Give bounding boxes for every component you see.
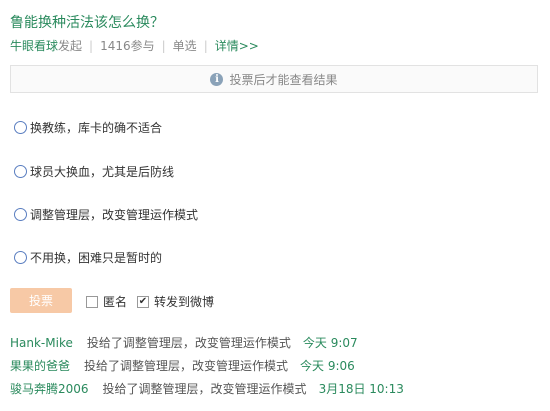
poll-type: 单选 (172, 39, 197, 53)
poll-starter[interactable]: 牛眼看球 (10, 39, 58, 53)
option-3[interactable]: 调整管理层，改变管理运作模式 (14, 206, 198, 223)
record-user[interactable]: 果果的爸爸 (10, 359, 70, 373)
option-label: 球员大换血，尤其是后防线 (30, 165, 175, 179)
forward-label: 转发到微博 (154, 295, 215, 309)
record-time: 今天 9:07 (302, 336, 358, 350)
radio-button[interactable] (14, 208, 27, 221)
record-time: 3月18日 10:13 (318, 382, 404, 396)
anonymous-label: 匿名 (103, 295, 128, 309)
vote-button[interactable]: 投票 (10, 288, 72, 313)
radio-button[interactable] (14, 121, 27, 134)
result-notice: i 投票后才能查看结果 (10, 65, 538, 93)
option-label: 调整管理层，改变管理运作模式 (30, 208, 199, 222)
meta-divider: | (89, 39, 94, 53)
info-icon: i (210, 72, 224, 86)
forward-checkbox[interactable]: ✔ (137, 295, 149, 308)
option-4[interactable]: 不用换，困难只是暂时的 (14, 249, 162, 266)
record-user[interactable]: Hank-Mike (10, 336, 73, 350)
meta-divider: | (161, 39, 166, 53)
anonymous-checkbox[interactable] (86, 295, 98, 308)
anonymous-option[interactable]: 匿名 (86, 293, 127, 310)
record-user[interactable]: 骏马奔腾2006 (10, 382, 89, 396)
radio-button[interactable] (14, 165, 27, 178)
record-action: 投给了调整管理层，改变管理运作模式 (102, 382, 307, 396)
poll-meta: 牛眼看球发起 | 1416参与 | 单选 | 详情>> (10, 37, 259, 54)
option-1[interactable]: 换教练，库卡的确不适合 (14, 119, 162, 136)
record-action: 投给了调整管理层，改变管理运作模式 (84, 359, 289, 373)
vote-record: Hank-Mike 投给了调整管理层，改变管理运作模式 今天 9:07 (10, 334, 358, 351)
poll-title: 鲁能换种活法该怎么换？ (10, 15, 164, 31)
record-action: 投给了调整管理层，改变管理运作模式 (86, 336, 291, 350)
poll-started-label: 发起 (58, 39, 83, 53)
option-label: 不用换，困难只是暂时的 (30, 251, 163, 265)
checkmark-icon: ✔ (138, 295, 148, 307)
option-2[interactable]: 球员大换血，尤其是后防线 (14, 163, 174, 180)
option-label: 换教练，库卡的确不适合 (30, 121, 163, 135)
vote-record: 骏马奔腾2006 投给了调整管理层，改变管理运作模式 3月18日 10:13 (10, 380, 404, 397)
poll-participants: 1416参与 (100, 39, 155, 53)
meta-divider: | (203, 39, 208, 53)
details-link[interactable]: 详情>> (215, 39, 259, 53)
forward-option[interactable]: ✔ 转发到微博 (137, 293, 214, 310)
radio-button[interactable] (14, 251, 27, 264)
vote-record: 果果的爸爸 投给了调整管理层，改变管理运作模式 今天 9:06 (10, 357, 355, 374)
record-time: 今天 9:06 (300, 359, 355, 373)
notice-text: 投票后才能查看结果 (229, 72, 338, 87)
